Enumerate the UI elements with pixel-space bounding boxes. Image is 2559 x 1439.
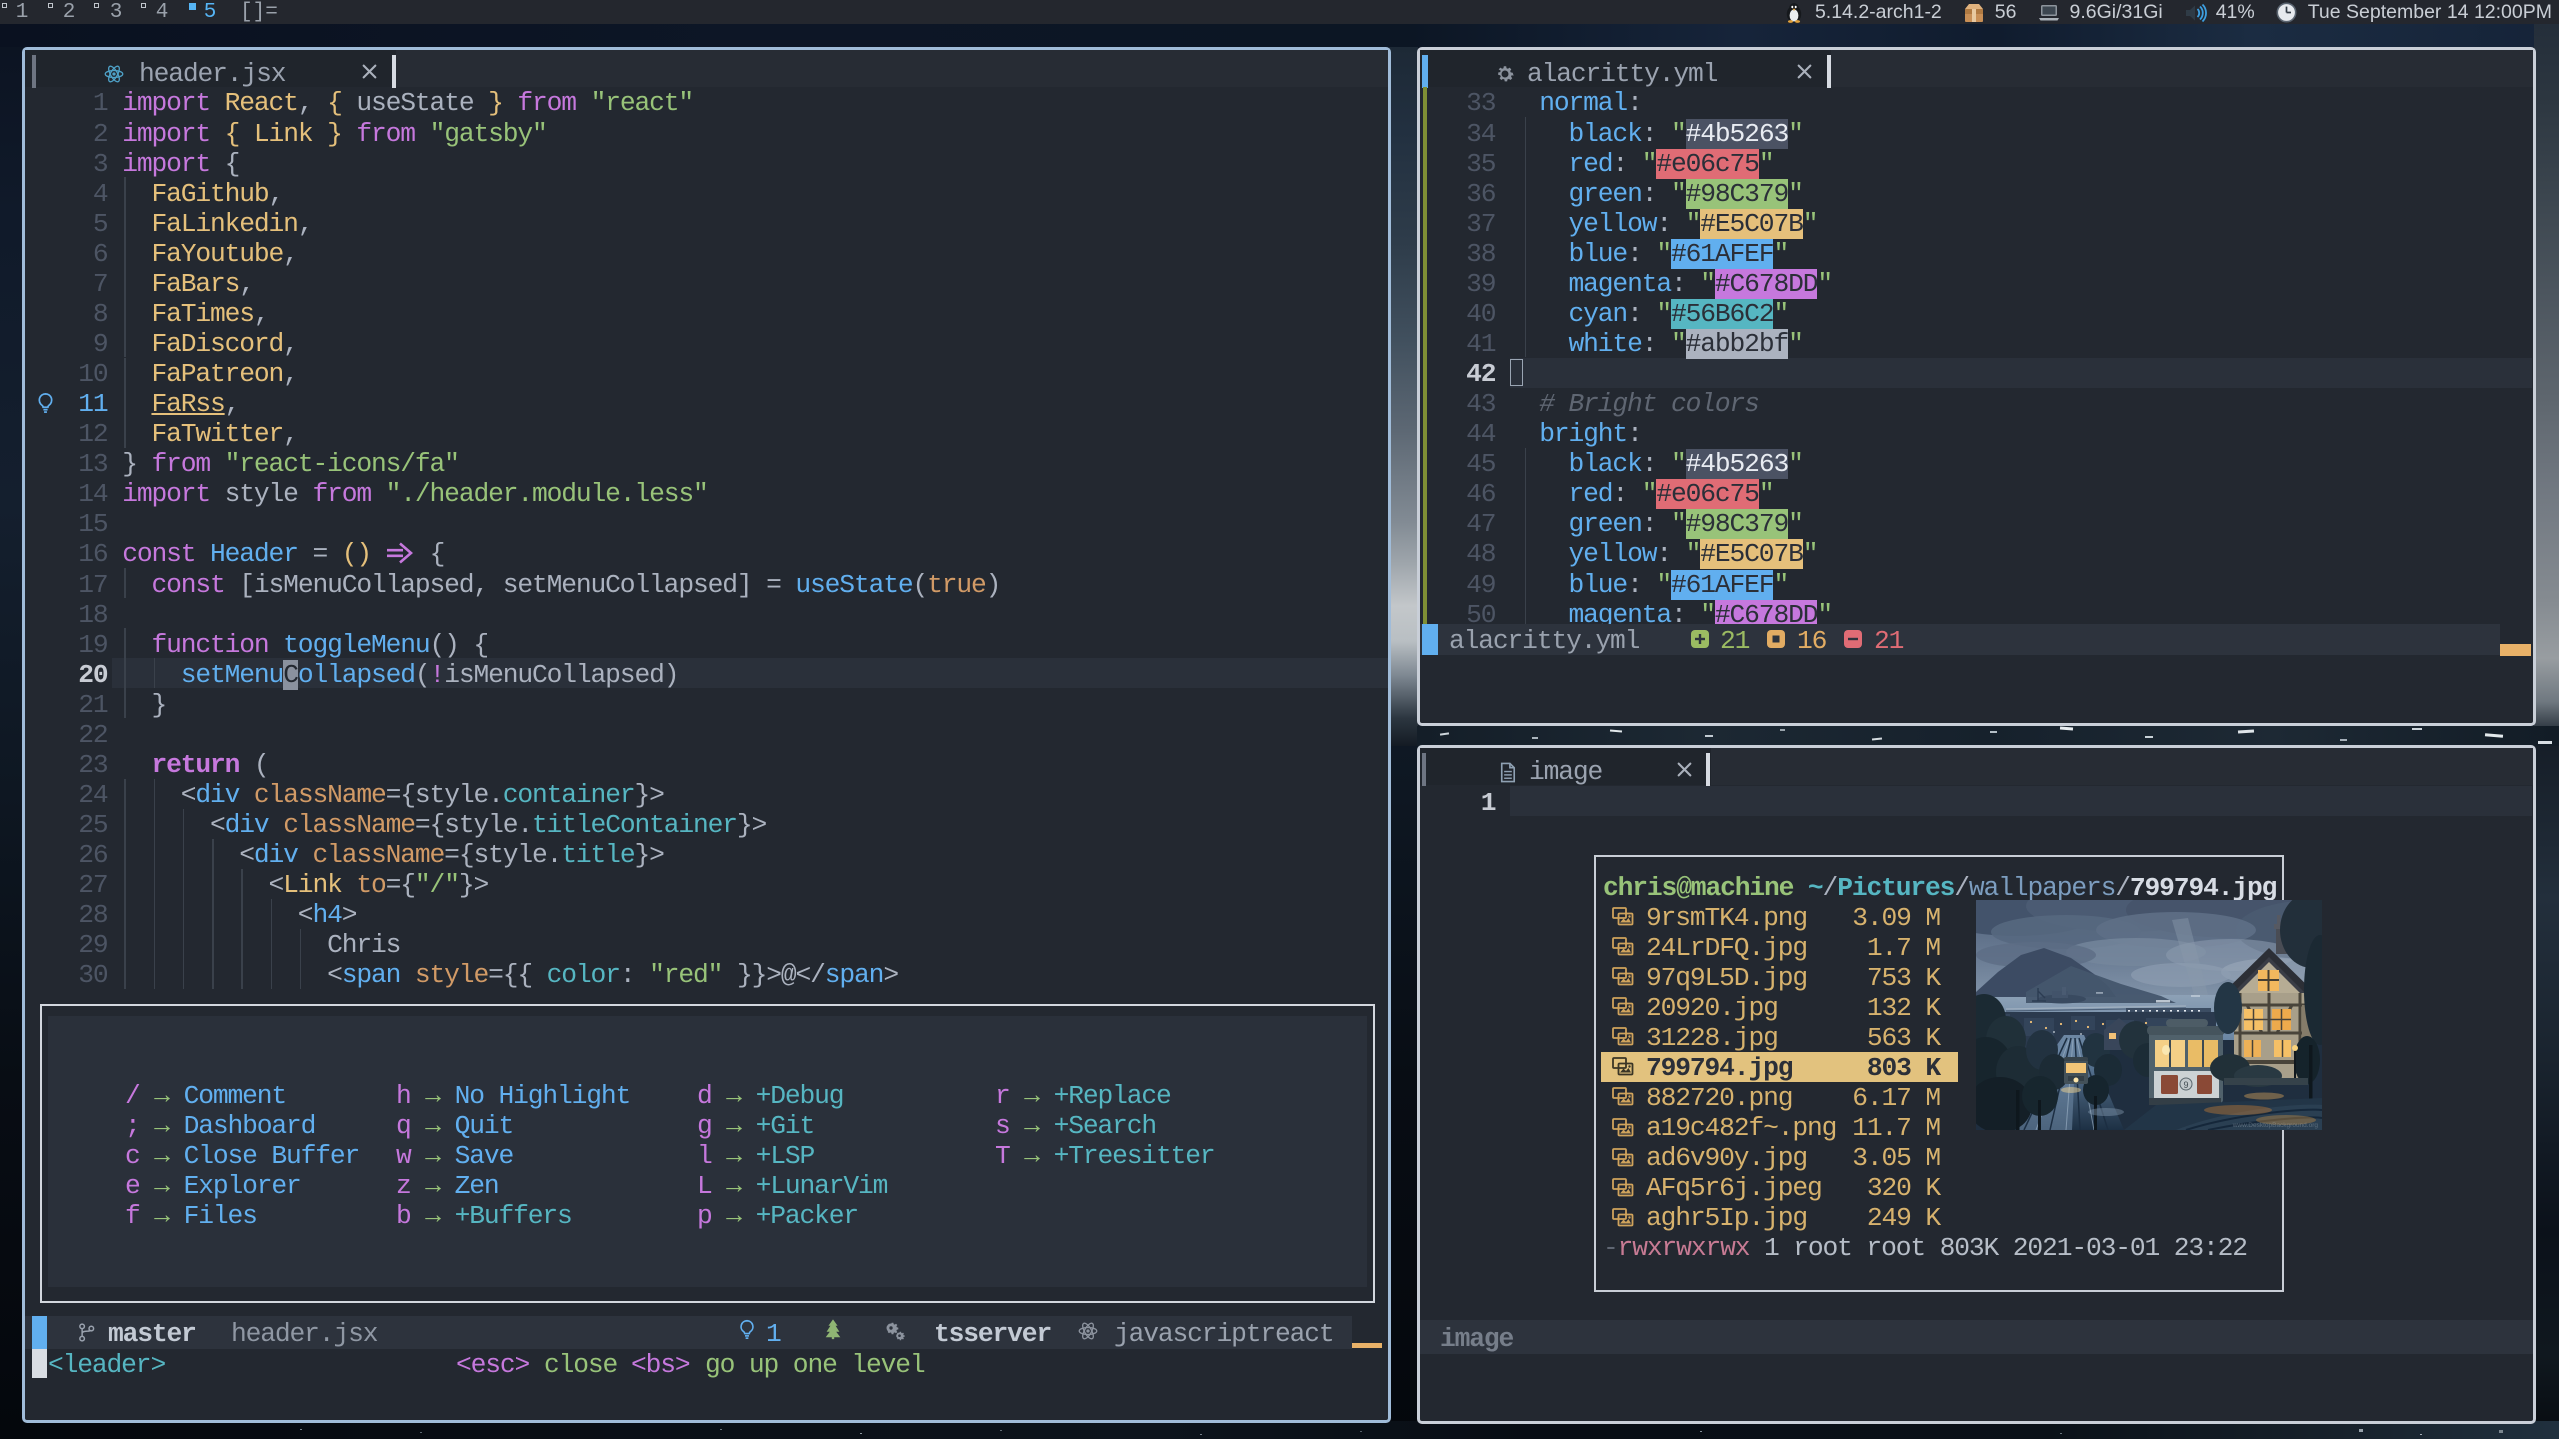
svg-text:www.DesktopBackground.org: www.DesktopBackground.org xyxy=(2232,1122,2319,1129)
svg-text:9: 9 xyxy=(2183,1080,2188,1090)
